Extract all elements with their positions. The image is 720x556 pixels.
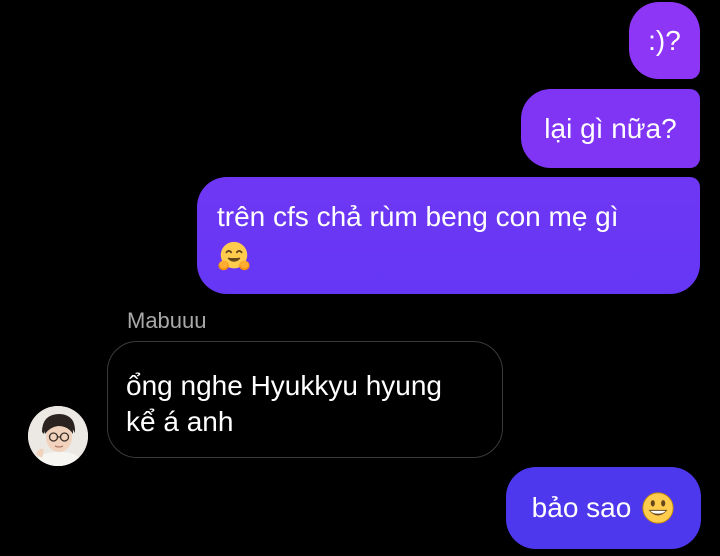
outgoing-message[interactable]: lại gì nữa? <box>521 89 700 168</box>
outgoing-message[interactable]: bảo sao <box>506 467 701 549</box>
chat-thread: :)? lại gì nữa? trên cfs chả rùm beng co… <box>0 0 720 556</box>
message-text: lại gì nữa? <box>544 112 677 144</box>
avatar[interactable] <box>28 406 88 466</box>
sender-name: Mabuuu <box>127 308 207 333</box>
outgoing-message[interactable]: :)? <box>629 2 700 79</box>
incoming-message[interactable]: ổng nghe Hyukkyu hyung kể á anh <box>107 341 503 458</box>
grinning-face-emoji <box>642 492 674 524</box>
message-text: trên cfs chả rùm beng con mẹ gì <box>217 201 619 232</box>
avatar-photo <box>28 406 88 466</box>
message-text: bảo sao <box>531 492 632 523</box>
outgoing-message[interactable]: trên cfs chả rùm beng con mẹ gì <box>197 177 700 294</box>
message-line: kể á anh <box>126 406 234 437</box>
message-text: :)? <box>648 24 681 56</box>
message-line: ổng nghe Hyukkyu hyung <box>126 370 442 401</box>
hugging-face-emoji <box>218 241 250 270</box>
